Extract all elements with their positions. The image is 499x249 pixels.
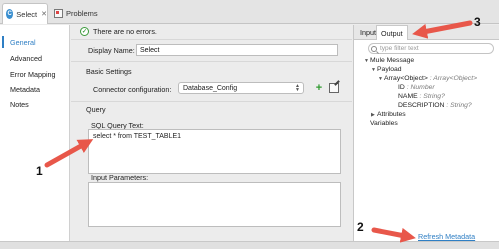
general-config-panel: ✓ There are no errors. Display Name: Sel… bbox=[71, 25, 352, 241]
connector-config-select[interactable]: Database_Config ▲ ▼ bbox=[178, 82, 304, 94]
check-icon: ✓ bbox=[80, 27, 89, 36]
divider bbox=[71, 39, 352, 40]
tree-type: : Array<Object> bbox=[429, 75, 478, 82]
bottom-bar bbox=[0, 241, 499, 249]
basic-settings-heading: Basic Settings bbox=[86, 67, 132, 76]
tree-node-field[interactable]: NAME : String? bbox=[398, 93, 445, 100]
tree-node-mule-message[interactable]: ▼Mule Message bbox=[364, 57, 414, 64]
select-icon: C bbox=[6, 9, 14, 19]
search-icon bbox=[371, 45, 377, 52]
nav-item-metadata[interactable]: Metadata bbox=[10, 85, 40, 94]
tree-node-attributes[interactable]: ▶ Attributes bbox=[371, 111, 406, 118]
nav-item-advanced[interactable]: Advanced bbox=[10, 54, 42, 63]
field-name: DESCRIPTION bbox=[398, 102, 445, 109]
tree-label: Payload bbox=[377, 66, 402, 73]
connector-config-label: Connector configuration: bbox=[93, 85, 172, 94]
tree-node-variables[interactable]: Variables bbox=[370, 120, 398, 127]
editor-tab-bar: C Select ✕ Problems bbox=[0, 0, 499, 24]
problems-icon bbox=[54, 9, 63, 18]
query-heading: Query bbox=[86, 105, 106, 114]
tree-label: Attributes bbox=[377, 111, 406, 118]
display-name-label: Display Name: bbox=[88, 46, 135, 55]
nav-item-general[interactable]: General bbox=[10, 38, 36, 47]
divider bbox=[71, 61, 352, 62]
divider bbox=[71, 101, 352, 102]
tab-select-label: Select bbox=[16, 9, 38, 19]
field-name: ID bbox=[398, 84, 405, 91]
close-icon[interactable]: ✕ bbox=[41, 10, 47, 18]
tree-label: Array<Object> bbox=[384, 75, 428, 82]
input-parameters-label: Input Parameters: bbox=[91, 173, 149, 182]
field-name: NAME bbox=[398, 93, 418, 100]
edit-config-icon[interactable] bbox=[329, 83, 339, 93]
field-type: : Number bbox=[406, 84, 435, 91]
validation-status: ✓ There are no errors. bbox=[80, 27, 157, 36]
refresh-metadata-link[interactable]: Refresh Metadata bbox=[418, 232, 475, 241]
tab-problems-label: Problems bbox=[66, 9, 98, 18]
connector-config-value: Database_Config bbox=[183, 84, 238, 92]
metadata-panel: Input Output type filter text ▼Mule Mess… bbox=[353, 25, 499, 241]
display-name-input[interactable]: Select bbox=[136, 44, 338, 56]
input-parameters-textarea[interactable] bbox=[88, 182, 341, 227]
annotation-number-3: 3 bbox=[474, 15, 481, 29]
tree-node-payload[interactable]: ▼Payload bbox=[371, 66, 402, 73]
active-nav-indicator bbox=[2, 36, 4, 48]
tab-select[interactable]: C Select ✕ bbox=[2, 3, 48, 24]
tree-label: Variables bbox=[370, 120, 398, 127]
tree-node-field[interactable]: DESCRIPTION : String? bbox=[398, 102, 472, 109]
add-config-icon[interactable]: + bbox=[314, 82, 324, 94]
nav-item-notes[interactable]: Notes bbox=[10, 100, 29, 109]
field-type: : String? bbox=[446, 102, 472, 109]
annotation-number-1: 1 bbox=[36, 164, 43, 178]
tab-problems[interactable]: Problems bbox=[52, 3, 98, 24]
filter-placeholder: type filter text bbox=[380, 45, 419, 52]
tree-label: Mule Message bbox=[370, 57, 415, 64]
status-text: There are no errors. bbox=[93, 27, 157, 36]
annotation-number-2: 2 bbox=[357, 220, 364, 234]
tab-output[interactable]: Output bbox=[376, 25, 408, 40]
properties-nav: General Advanced Error Mapping Metadata … bbox=[0, 25, 70, 241]
sql-query-textarea[interactable]: select * from TEST_TABLE1 bbox=[88, 129, 341, 174]
tree-node-array[interactable]: ▼Array<Object> : Array<Object> bbox=[378, 75, 477, 82]
filter-input[interactable]: type filter text bbox=[368, 43, 494, 54]
nav-item-error-mapping[interactable]: Error Mapping bbox=[10, 70, 56, 79]
tree-node-field[interactable]: ID : Number bbox=[398, 84, 435, 91]
select-arrows-icon: ▲ ▼ bbox=[295, 83, 300, 93]
field-type: : String? bbox=[419, 93, 445, 100]
